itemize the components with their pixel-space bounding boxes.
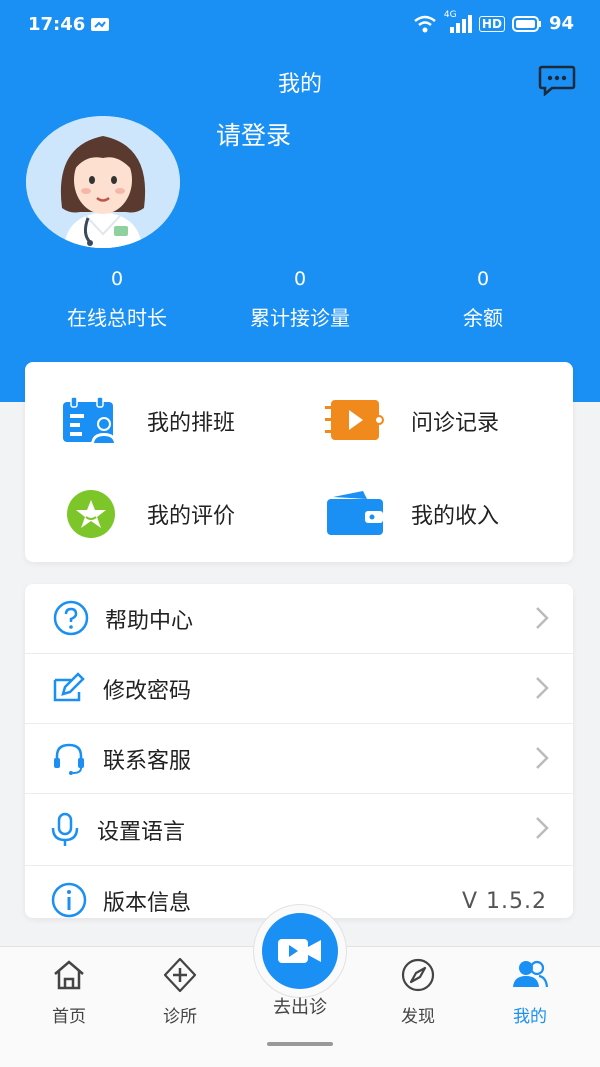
schedule-icon	[61, 396, 121, 446]
wifi-icon	[414, 15, 436, 32]
tab-clinic[interactable]: 诊所	[135, 957, 225, 1027]
menu-label: 设置语言	[97, 819, 186, 845]
battery-icon	[511, 15, 541, 32]
feature-consultation-records[interactable]: 问诊记录	[325, 396, 499, 446]
microphone-icon	[51, 812, 79, 846]
user-group-icon	[513, 960, 549, 988]
help-icon	[53, 600, 89, 636]
chevron-right-icon	[536, 607, 549, 629]
chevron-right-icon	[536, 817, 549, 839]
feature-my-schedule[interactable]: 我的排班	[61, 396, 235, 446]
message-icon[interactable]	[538, 64, 576, 96]
version-value: V 1.5.2	[461, 888, 547, 914]
stat-label: 累计接诊量	[250, 306, 350, 330]
stat-value: 0	[476, 268, 490, 290]
menu-label: 联系客服	[103, 748, 192, 774]
feature-my-income[interactable]: 我的收入	[325, 489, 499, 539]
menu-item-help-center[interactable]: 帮助中心	[25, 584, 573, 654]
menu-item-set-language[interactable]: 设置语言	[25, 794, 573, 866]
home-indicator[interactable]	[267, 1042, 333, 1046]
tab-home[interactable]: 首页	[24, 957, 114, 1027]
tab-label: 诊所	[163, 1007, 197, 1027]
stat-value: 0	[110, 268, 124, 290]
tab-label-start-consultation[interactable]: 去出诊	[250, 993, 350, 1019]
feature-grid-card: 我的排班 问诊记录 我的评价 我的收入	[25, 362, 573, 562]
hd-voice-badge: HD	[478, 15, 505, 32]
chevron-right-icon	[536, 747, 549, 769]
menu-item-change-password[interactable]: 修改密码	[25, 654, 573, 724]
feature-label: 我的排班	[147, 411, 236, 436]
login-prompt[interactable]: 请登录	[216, 116, 291, 152]
menu-label: 版本信息	[103, 891, 192, 916]
video-camera-icon	[278, 939, 321, 963]
tab-label: 发现	[401, 1007, 435, 1027]
tab-label: 我的	[513, 1007, 547, 1027]
stat-online-duration: 0 在线总时长	[32, 268, 202, 331]
feature-label: 问诊记录	[411, 411, 500, 436]
page-title: 我的	[277, 72, 322, 97]
notification-icon	[91, 18, 109, 31]
start-consultation-button[interactable]	[262, 913, 338, 989]
status-bar: 17:46 4G HD 94	[0, 0, 600, 52]
tab-label: 首页	[52, 1007, 86, 1027]
feature-label: 我的评价	[147, 504, 236, 529]
wallet-icon	[325, 489, 385, 539]
menu-label: 修改密码	[103, 678, 192, 704]
headset-icon	[54, 743, 84, 775]
battery-level: 94	[548, 13, 574, 34]
settings-list-card: 帮助中心 修改密码 联系客服 设置语言 版本信息 V 1.5.2	[25, 584, 573, 918]
compass-icon	[401, 958, 435, 992]
tab-mine[interactable]: 我的	[485, 957, 575, 1027]
feature-my-reviews[interactable]: 我的评价	[61, 489, 235, 539]
feature-label: 我的收入	[411, 504, 500, 529]
edit-password-icon	[53, 672, 85, 702]
stat-total-consultations: 0 累计接诊量	[215, 268, 385, 331]
clinic-plus-icon	[163, 957, 197, 993]
star-icon	[61, 489, 121, 539]
chevron-right-icon	[536, 677, 549, 699]
stat-label: 余额	[463, 306, 503, 330]
menu-item-contact-support[interactable]: 联系客服	[25, 724, 573, 794]
home-icon	[54, 960, 84, 990]
status-time: 17:46	[28, 14, 86, 35]
cellular-signal-icon: 4G	[444, 10, 472, 34]
doctor-avatar[interactable]	[26, 116, 180, 248]
tab-discover[interactable]: 发现	[373, 957, 463, 1027]
menu-label: 帮助中心	[105, 608, 194, 634]
stat-value: 0	[293, 268, 307, 290]
info-icon	[51, 882, 87, 918]
video-record-icon	[325, 396, 385, 446]
stat-label: 在线总时长	[67, 306, 167, 330]
stat-balance: 0 余额	[398, 268, 568, 331]
